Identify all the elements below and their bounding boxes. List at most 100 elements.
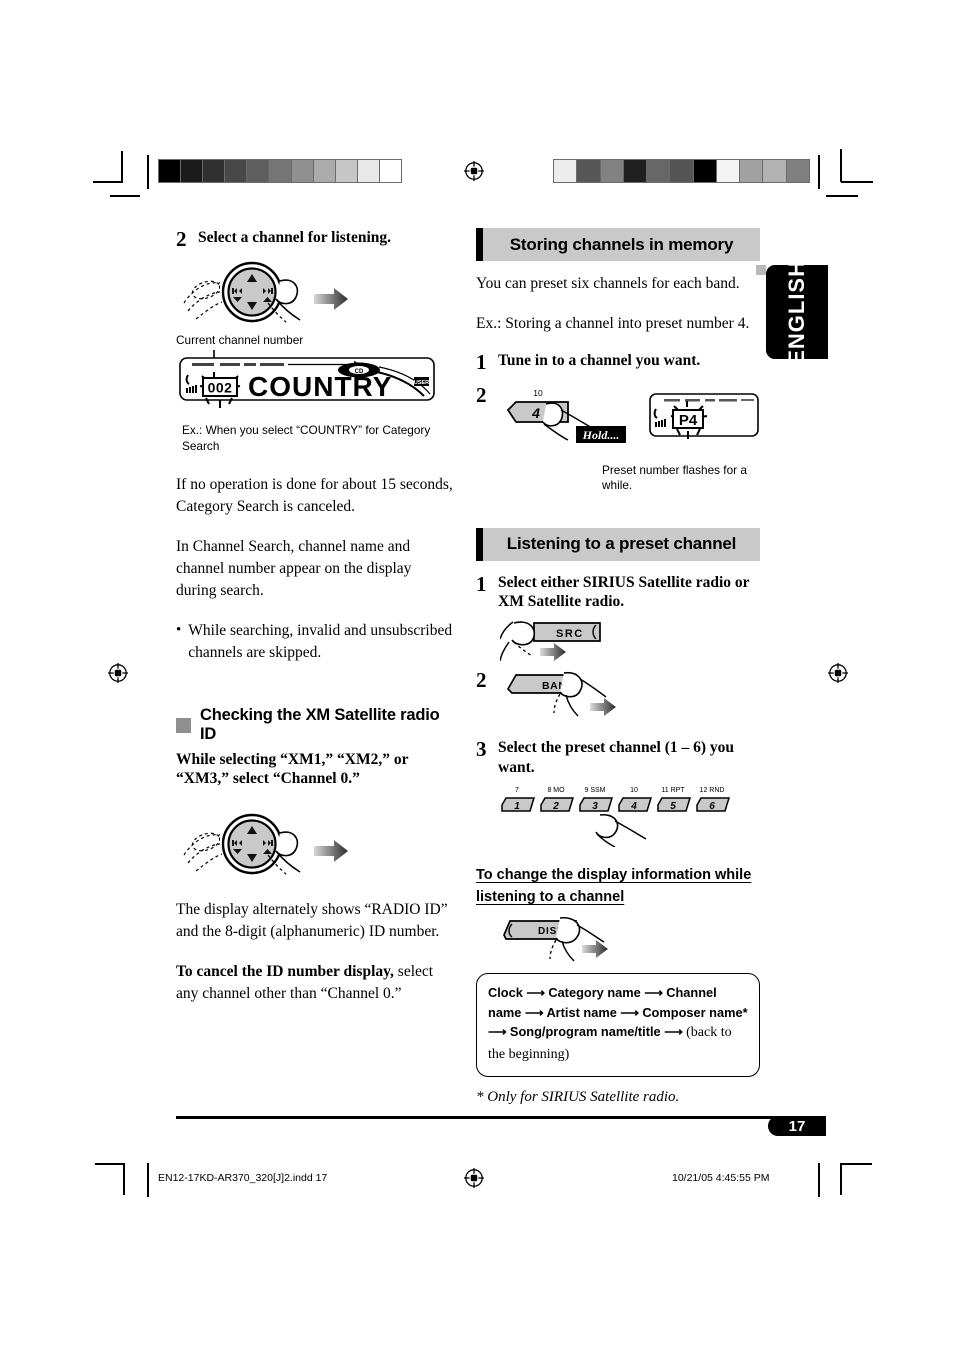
- left-step-2: 2 Select a channel for listening.: [176, 228, 454, 250]
- bleed-mark-right-bottom: [818, 1163, 820, 1197]
- flow-arrow-icon-5: ⟶: [488, 1024, 510, 1040]
- registration-target-top: [464, 161, 484, 181]
- subsection-paragraph-2: To cancel the ID number display, select …: [176, 961, 454, 1005]
- color-swatch: [785, 160, 809, 182]
- preset-top-label-5: 11 RPT: [661, 787, 685, 794]
- storing-step-1: 1 Tune in to a channel you want.: [476, 351, 760, 373]
- storing-step-1-number: 1: [476, 350, 487, 374]
- svg-text:6: 6: [709, 801, 715, 812]
- crop-mark-tl-v: [121, 151, 123, 182]
- svg-text:1: 1: [514, 801, 520, 812]
- footer-filename: EN12-17KD-AR370_320[J]2.indd 17: [158, 1172, 328, 1184]
- color-swatch: [224, 160, 247, 182]
- src-button-illustration: SRC: [499, 617, 760, 665]
- storing-step-1-text: Tune in to a channel you want.: [498, 352, 701, 369]
- subsection-intro: While selecting “XM1,” “XM2,” or “XM3,” …: [176, 751, 409, 788]
- svg-text:5: 5: [670, 801, 676, 812]
- flow-arrow-icon-6: ⟶: [664, 1024, 687, 1040]
- crop-mark-tl-h: [93, 181, 123, 183]
- flow-item-category: Category name: [548, 984, 641, 1000]
- flow-arrow-icon-4: ⟶: [620, 1004, 643, 1020]
- display-info-heading-line1: To change the display information while: [476, 867, 752, 884]
- color-swatch: [180, 160, 203, 182]
- color-swatch: [739, 160, 763, 182]
- right-column: Storing channels in memory You can prese…: [476, 228, 760, 1106]
- color-swatch: [246, 160, 269, 182]
- band-button-illustration: BAND: [498, 669, 760, 730]
- colorbar-left: [158, 159, 402, 183]
- section-title-storing: Storing channels in memory: [509, 234, 734, 254]
- preset-top-label-6: 12 RND: [700, 787, 725, 794]
- color-swatch: [762, 160, 786, 182]
- svg-text:USER: USER: [414, 380, 429, 386]
- color-swatch: [356, 160, 379, 182]
- disp-button-illustration: DISP: [498, 915, 760, 967]
- crop-mark-bl-v: [123, 1163, 125, 1195]
- page-number: 17: [788, 1117, 806, 1135]
- section-header-listening: Listening to a preset channel: [476, 527, 760, 561]
- color-swatch: [268, 160, 291, 182]
- listening-step-2-number: 2: [476, 668, 487, 693]
- storing-step-2: 2 10 4 Hold.... P4: [476, 384, 760, 467]
- rotary-dial-illustration: [176, 259, 454, 331]
- display-info-footnote: * Only for SIRIUS Satellite radio.: [476, 1088, 680, 1105]
- section-header-storing: Storing channels in memory: [476, 228, 760, 261]
- flow-item-composer: Composer name*: [642, 1004, 748, 1020]
- preset-flash-caption: Preset number flashes for a while.: [602, 463, 747, 493]
- crop-mark-bl-h: [95, 1163, 125, 1165]
- color-swatch: [669, 160, 693, 182]
- color-swatch: [378, 160, 402, 182]
- preset-top-label-1: 7: [515, 787, 519, 794]
- left-step-2-text: Select a channel for listening.: [198, 229, 392, 246]
- bleed-mark-left: [147, 155, 149, 189]
- svg-text:Hold....: Hold....: [582, 428, 620, 442]
- colorbar-right: [553, 159, 810, 183]
- color-swatch: [290, 160, 313, 182]
- listening-step-1: 1 Select either SIRIUS Satellite radio o…: [476, 573, 760, 612]
- bleed-mark-right: [818, 155, 820, 189]
- language-tab-label: ENGLISH: [784, 259, 809, 365]
- preset-top-label-2: 8 MO: [547, 787, 565, 794]
- registration-target-bottom: [464, 1168, 484, 1188]
- crop-mark-tr-h2: [826, 195, 858, 197]
- color-swatch: [554, 160, 577, 182]
- crop-mark-br-h: [842, 1163, 872, 1165]
- color-swatch: [599, 160, 623, 182]
- preset-top-label-4: 10: [630, 787, 638, 794]
- listening-step-3-number: 3: [476, 737, 487, 762]
- color-swatch: [646, 160, 670, 182]
- left-paragraph-1: If no operation is done for about 15 sec…: [176, 476, 453, 516]
- section-accent-bar: [476, 228, 483, 261]
- svg-text:002: 002: [208, 380, 233, 396]
- svg-text:4: 4: [630, 801, 637, 812]
- subsection-title: Checking the XM Satellite radio ID: [200, 706, 440, 744]
- listening-step-1-text: Select either SIRIUS Satellite radio or …: [498, 573, 750, 611]
- bleed-mark-left-bottom: [147, 1163, 149, 1197]
- registration-target-right: [828, 663, 848, 683]
- crop-mark-tr-v: [840, 149, 842, 182]
- lcd-example-caption: Ex.: When you select “COUNTRY” for Categ…: [182, 423, 431, 453]
- flow-arrow-icon-2: ⟶: [644, 984, 667, 1000]
- square-bullet-icon: [176, 717, 191, 733]
- svg-text:SRC: SRC: [556, 628, 584, 640]
- svg-text:3: 3: [592, 801, 598, 812]
- svg-text:10: 10: [533, 388, 543, 398]
- listening-step-2: 2 BAND: [476, 669, 760, 730]
- flow-item-artist: Artist name: [546, 1004, 617, 1020]
- current-channel-caption: Current channel number: [176, 333, 304, 348]
- left-bullet-1-text: While searching, invalid and unsubscribe…: [188, 622, 453, 662]
- color-swatch: [692, 160, 716, 182]
- color-swatch: [576, 160, 600, 182]
- preset-buttons-illustration: 7 8 MO 9 SSM 10 11 RPT 12 RND 1 2 3 4 5 …: [496, 783, 760, 848]
- flow-arrow-icon-3: ⟶: [525, 1004, 547, 1020]
- crop-mark-tl-h2: [110, 195, 140, 197]
- listening-step-1-number: 1: [476, 571, 487, 596]
- section-accent-bar-2: [476, 527, 483, 561]
- svg-text:2: 2: [552, 801, 559, 812]
- footer-rule: [176, 1116, 812, 1119]
- language-tab: ENGLISH: [766, 260, 828, 364]
- crop-mark-br-v: [840, 1163, 842, 1195]
- color-swatch: [334, 160, 357, 182]
- color-swatch: [159, 160, 181, 182]
- lcd-display-illustration: CD USER 002 COUNTRY: [176, 350, 454, 422]
